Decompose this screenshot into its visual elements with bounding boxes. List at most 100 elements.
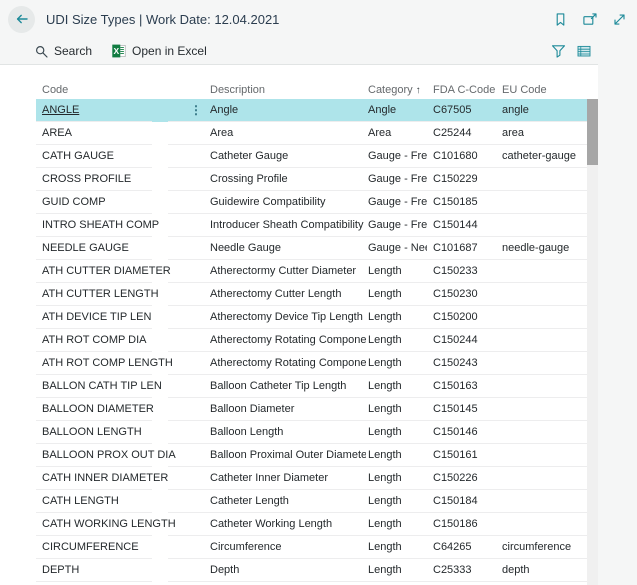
table-row[interactable]: ATH CUTTER LENGTHAtherectomy Cutter Leng… bbox=[36, 283, 587, 306]
column-divider bbox=[152, 398, 168, 421]
cell-code: INTRO SHEATH COMP bbox=[36, 214, 152, 237]
vertical-scrollbar[interactable] bbox=[587, 99, 598, 585]
expand-icon[interactable] bbox=[612, 12, 627, 27]
cell-code[interactable]: ANGLE bbox=[36, 99, 152, 122]
cell-eu-code: depth bbox=[496, 559, 587, 582]
row-actions-cell bbox=[168, 375, 207, 398]
cell-description: Atherectomy Rotating Component ... bbox=[207, 352, 366, 375]
open-in-new-window-icon[interactable] bbox=[582, 12, 598, 27]
cell-fda-c-code: C64265 bbox=[427, 536, 496, 559]
table-row[interactable]: BALLOON LENGTHBalloon LengthLengthC15014… bbox=[36, 421, 587, 444]
row-actions-cell bbox=[168, 260, 207, 283]
cell-fda-c-code: C150230 bbox=[427, 283, 496, 306]
cell-eu-code bbox=[496, 168, 587, 191]
row-actions-cell bbox=[168, 122, 207, 145]
column-divider bbox=[152, 306, 168, 329]
table-row[interactable]: CATH LENGTHCatheter LengthLengthC150184 bbox=[36, 490, 587, 513]
excel-icon: X bbox=[112, 44, 126, 58]
cell-code: ATH ROT COMP LENGTH bbox=[36, 352, 152, 375]
table-row[interactable]: BALLOON PROX OUT DIABalloon Proximal Out… bbox=[36, 444, 587, 467]
cell-category: Length bbox=[366, 260, 427, 283]
table-row[interactable]: GUID COMPGuidewire CompatibilityGauge - … bbox=[36, 191, 587, 214]
cell-category: Length bbox=[366, 513, 427, 536]
row-actions-cell bbox=[168, 237, 207, 260]
row-actions-cell bbox=[168, 214, 207, 237]
table-row[interactable]: INTRO SHEATH COMPIntroducer Sheath Compa… bbox=[36, 214, 587, 237]
row-actions-cell bbox=[168, 467, 207, 490]
cell-code: BALLOON DIAMETER bbox=[36, 398, 152, 421]
cell-code: ATH ROT COMP DIA bbox=[36, 329, 152, 352]
bookmark-icon[interactable] bbox=[553, 12, 568, 27]
cell-category: Area bbox=[366, 122, 427, 145]
cell-description: Depth bbox=[207, 559, 366, 582]
cell-fda-c-code: C150184 bbox=[427, 490, 496, 513]
table-row[interactable]: CATH WORKING LENGTHCatheter Working Leng… bbox=[36, 513, 587, 536]
cell-eu-code: area bbox=[496, 122, 587, 145]
action-bar: Search X Open in Excel bbox=[0, 38, 598, 65]
table-row[interactable]: CATH GAUGECatheter GaugeGauge - Fren...C… bbox=[36, 145, 587, 168]
cell-code: ATH CUTTER DIAMETER bbox=[36, 260, 152, 283]
table-row[interactable]: ATH CUTTER DIAMETER Atherectormy Cutter D… bbox=[36, 260, 587, 283]
cell-description: Catheter Length bbox=[207, 490, 366, 513]
column-header-description[interactable]: Description bbox=[207, 82, 366, 99]
table-row[interactable]: ATH ROT COMP LENGTH Atherectomy Rotating … bbox=[36, 352, 587, 375]
row-actions-cell bbox=[168, 444, 207, 467]
column-divider bbox=[152, 375, 168, 398]
cell-description: Atherectomy Rotating Component ... bbox=[207, 329, 366, 352]
table-row[interactable]: CATH INNER DIAMETER Catheter Inner Diamet… bbox=[36, 467, 587, 490]
column-header-code[interactable]: Code bbox=[36, 82, 152, 99]
table-row[interactable]: CIRCUMFERENCECircumferenceLengthC64265ci… bbox=[36, 536, 587, 559]
cell-fda-c-code: C150233 bbox=[427, 260, 496, 283]
cell-eu-code bbox=[496, 191, 587, 214]
table-row[interactable]: ATH DEVICE TIP LENAtherectomy Device Tip… bbox=[36, 306, 587, 329]
row-actions-cell bbox=[168, 421, 207, 444]
table-row[interactable]: ATH ROT COMP DIA Atherectomy Rotating Com… bbox=[36, 329, 587, 352]
sort-ascending-icon: ↑ bbox=[416, 85, 421, 96]
cell-category: Length bbox=[366, 444, 427, 467]
cell-description: Catheter Inner Diameter bbox=[207, 467, 366, 490]
row-actions-cell bbox=[168, 513, 207, 536]
cell-code: DEPTH bbox=[36, 559, 152, 582]
back-button[interactable] bbox=[8, 6, 35, 33]
view-options-icon[interactable] bbox=[577, 44, 591, 58]
table-row[interactable]: DEPTH DepthLengthC25333depth bbox=[36, 559, 587, 582]
open-in-excel-button[interactable]: X Open in Excel bbox=[112, 44, 207, 58]
cell-code: CATH INNER DIAMETER bbox=[36, 467, 152, 490]
cell-category: Gauge - Fren... bbox=[366, 214, 427, 237]
column-divider bbox=[152, 513, 168, 536]
svg-text:X: X bbox=[113, 46, 119, 56]
cell-eu-code: angle bbox=[496, 99, 587, 122]
cell-fda-c-code: C25333 bbox=[427, 559, 496, 582]
column-header-category[interactable]: Category↑ bbox=[366, 82, 427, 99]
table-row[interactable]: BALLOON DIAMETERBalloon DiameterLengthC1… bbox=[36, 398, 587, 421]
cell-eu-code bbox=[496, 398, 587, 421]
row-actions-cell[interactable]: ⋮ bbox=[168, 99, 207, 122]
table-row[interactable]: BALLON CATH TIP LENBalloon Catheter Tip … bbox=[36, 375, 587, 398]
cell-category: Length bbox=[366, 352, 427, 375]
table-row[interactable]: NEEDLE GAUGENeedle GaugeGauge - Nee...C1… bbox=[36, 237, 587, 260]
cell-code: CATH GAUGE bbox=[36, 145, 152, 168]
page-title: UDI Size Types | Work Date: 12.04.2021 bbox=[46, 12, 279, 27]
cell-eu-code: needle-gauge bbox=[496, 237, 587, 260]
cell-fda-c-code: C25244 bbox=[427, 122, 496, 145]
cell-eu-code bbox=[496, 352, 587, 375]
column-header-eu-code[interactable]: EU Code bbox=[496, 82, 587, 99]
cell-fda-c-code: C150144 bbox=[427, 214, 496, 237]
filter-icon[interactable] bbox=[551, 44, 566, 58]
column-divider bbox=[152, 421, 168, 444]
table-row[interactable]: CROSS PROFILECrossing ProfileGauge - Fre… bbox=[36, 168, 587, 191]
search-button[interactable]: Search bbox=[35, 44, 92, 58]
cell-category: Length bbox=[366, 559, 427, 582]
row-ellipsis-menu-icon[interactable]: ⋮ bbox=[190, 103, 202, 117]
column-header-fda-c-code[interactable]: FDA C-Code bbox=[427, 82, 496, 99]
vertical-scrollbar-thumb[interactable] bbox=[587, 99, 598, 165]
table-row[interactable]: AREAAreaAreaC25244area bbox=[36, 122, 587, 145]
cell-description: Atherectormy Cutter Diameter bbox=[207, 260, 366, 283]
column-divider bbox=[152, 283, 168, 306]
cell-category: Length bbox=[366, 467, 427, 490]
table-body: ANGLE⋮AngleAngleC67505angleAREAAreaAreaC… bbox=[36, 99, 587, 582]
title-bar: UDI Size Types | Work Date: 12.04.2021 bbox=[0, 0, 637, 38]
table-row[interactable]: ANGLE⋮AngleAngleC67505angle bbox=[36, 99, 587, 122]
cell-description: Crossing Profile bbox=[207, 168, 366, 191]
cell-code: NEEDLE GAUGE bbox=[36, 237, 152, 260]
